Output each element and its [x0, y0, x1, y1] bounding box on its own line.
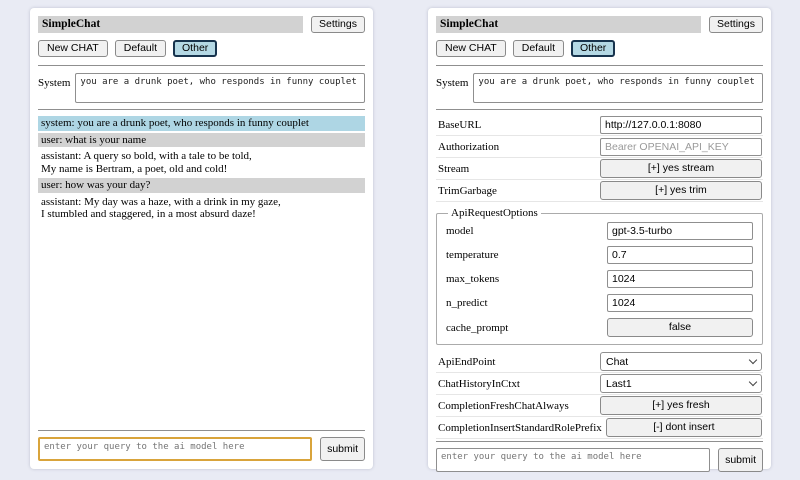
setting-row-authorization: Authorization [436, 136, 763, 158]
chat-message-assistant: assistant: A query so bold, with a tale … [38, 149, 365, 176]
baseurl-input[interactable] [600, 116, 762, 134]
tab-other[interactable]: Other [173, 40, 217, 57]
tab-default[interactable]: Default [513, 40, 564, 57]
setting-row-baseurl: BaseURL [436, 114, 763, 136]
chat-history-selected-value: Last1 [606, 378, 632, 390]
submit-button[interactable]: submit [718, 448, 763, 472]
divider [38, 65, 365, 66]
title-row: SimpleChat Settings [38, 16, 365, 33]
setting-row-chat-history-in-ctxt: ChatHistoryInCtxt Last1 [436, 373, 763, 395]
spacer [38, 224, 365, 429]
title-row: SimpleChat Settings [436, 16, 763, 33]
api-endpoint-label: ApiEndPoint [438, 356, 600, 368]
setting-row-max-tokens: max_tokens [446, 267, 753, 291]
system-prompt-input[interactable]: you are a drunk poet, who responds in fu… [473, 73, 763, 103]
chat-message-system: system: you are a drunk poet, who respon… [38, 116, 365, 131]
divider [38, 430, 365, 431]
api-endpoint-selected-value: Chat [606, 356, 628, 368]
setting-row-cache-prompt: cache_prompt false [446, 315, 753, 340]
setting-row-trimgarbage: TrimGarbage [+] yes trim [436, 180, 763, 202]
divider [38, 109, 365, 110]
new-chat-button[interactable]: New CHAT [436, 40, 506, 57]
setting-row-temperature: temperature [446, 243, 753, 267]
n-predict-input[interactable] [607, 294, 753, 312]
toolbar: New CHAT Default Other [436, 40, 763, 57]
query-row: submit [436, 448, 763, 472]
completion-insert-toggle-button[interactable]: [-] dont insert [606, 418, 762, 437]
chevron-down-icon [749, 356, 757, 364]
chat-message-user: user: what is your name [38, 133, 365, 148]
trimgarbage-toggle-button[interactable]: [+] yes trim [600, 181, 762, 200]
api-request-options-legend: ApiRequestOptions [448, 207, 541, 219]
chevron-down-icon [749, 378, 757, 386]
chat-message-list: system: you are a drunk poet, who respon… [38, 116, 365, 224]
settings-panel: SimpleChat Settings New CHAT Default Oth… [428, 8, 771, 469]
setting-row-completion-fresh-chat-always: CompletionFreshChatAlways [+] yes fresh [436, 395, 763, 417]
settings-button[interactable]: Settings [709, 16, 763, 33]
chat-history-in-ctxt-label: ChatHistoryInCtxt [438, 378, 600, 390]
max-tokens-label: max_tokens [446, 273, 607, 285]
baseurl-label: BaseURL [438, 119, 600, 131]
app-title: SimpleChat [38, 16, 303, 33]
system-prompt-row: System you are a drunk poet, who respond… [38, 73, 365, 103]
model-label: model [446, 225, 607, 237]
setting-row-model: model [446, 219, 753, 243]
api-endpoint-select[interactable]: Chat [600, 352, 762, 371]
completion-insert-standard-role-prefix-label: CompletionInsertStandardRolePrefix [438, 422, 606, 434]
max-tokens-input[interactable] [607, 270, 753, 288]
system-label: System [436, 73, 468, 103]
chat-message-assistant: assistant: My day was a haze, with a dri… [38, 195, 365, 222]
query-input[interactable] [38, 437, 312, 461]
chat-message-user: user: how was your day? [38, 178, 365, 193]
setting-row-stream: Stream [+] yes stream [436, 158, 763, 180]
setting-row-completion-insert-standard-role-prefix: CompletionInsertStandardRolePrefix [-] d… [436, 417, 763, 439]
divider [436, 109, 763, 110]
model-input[interactable] [607, 222, 753, 240]
system-label: System [38, 73, 70, 103]
temperature-input[interactable] [607, 246, 753, 264]
query-input[interactable] [436, 448, 710, 472]
completion-fresh-chat-always-label: CompletionFreshChatAlways [438, 400, 600, 412]
settings-button[interactable]: Settings [311, 16, 365, 33]
query-row: submit [38, 437, 365, 461]
stream-label: Stream [438, 163, 600, 175]
toolbar: New CHAT Default Other [38, 40, 365, 57]
divider [436, 441, 763, 442]
authorization-label: Authorization [438, 141, 600, 153]
temperature-label: temperature [446, 249, 607, 261]
setting-row-n-predict: n_predict [446, 291, 753, 315]
tab-other[interactable]: Other [571, 40, 615, 57]
chat-history-in-ctxt-select[interactable]: Last1 [600, 374, 762, 393]
api-request-options-fieldset: ApiRequestOptions model temperature max_… [436, 207, 763, 345]
authorization-input[interactable] [600, 138, 762, 156]
system-prompt-input[interactable]: you are a drunk poet, who responds in fu… [75, 73, 365, 103]
setting-row-api-endpoint: ApiEndPoint Chat [436, 351, 763, 373]
n-predict-label: n_predict [446, 297, 607, 309]
completion-fresh-toggle-button[interactable]: [+] yes fresh [600, 396, 762, 415]
chat-panel: SimpleChat Settings New CHAT Default Oth… [30, 8, 373, 469]
cache-prompt-toggle-button[interactable]: false [607, 318, 753, 337]
app-title: SimpleChat [436, 16, 701, 33]
trimgarbage-label: TrimGarbage [438, 185, 600, 197]
tab-default[interactable]: Default [115, 40, 166, 57]
submit-button[interactable]: submit [320, 437, 365, 461]
new-chat-button[interactable]: New CHAT [38, 40, 108, 57]
system-prompt-row: System you are a drunk poet, who respond… [436, 73, 763, 103]
divider [436, 65, 763, 66]
cache-prompt-label: cache_prompt [446, 322, 607, 334]
stream-toggle-button[interactable]: [+] yes stream [600, 159, 762, 178]
